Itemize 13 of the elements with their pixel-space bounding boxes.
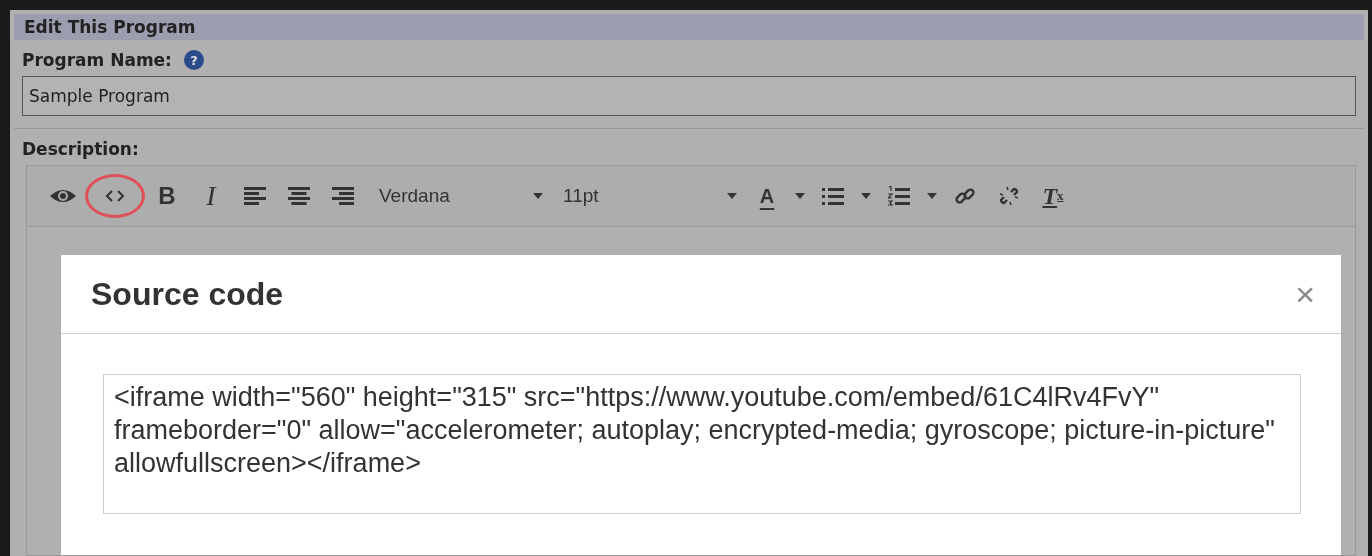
help-icon[interactable]: ? [183,50,204,70]
field-label: Description: [22,139,140,159]
dialog-title: Source code [91,275,284,313]
input-field[interactable]: Sample Program [22,76,1356,116]
italic-button[interactable]: I [189,174,233,218]
text-color-button[interactable]: A [745,174,789,218]
font-dropdown[interactable]: Verdana [371,174,551,218]
bold-button[interactable]: B [145,174,189,218]
font-size-dropdown[interactable]: 11pt [555,174,745,218]
panel-title: Edit This Program [24,17,196,37]
code-textarea[interactable]: <iframe width="560" height="315" src="https://www.youtube.com/embed/61C4lRv4FvY" frameborder="0" allow="accelerometer; autoplay; encrypted-media; gyroscope; picture-in-picture" allowfullscreen></iframe> [103,374,1301,514]
close-button[interactable]: × [1291,274,1319,314]
field-label: Program Name: [22,50,172,70]
